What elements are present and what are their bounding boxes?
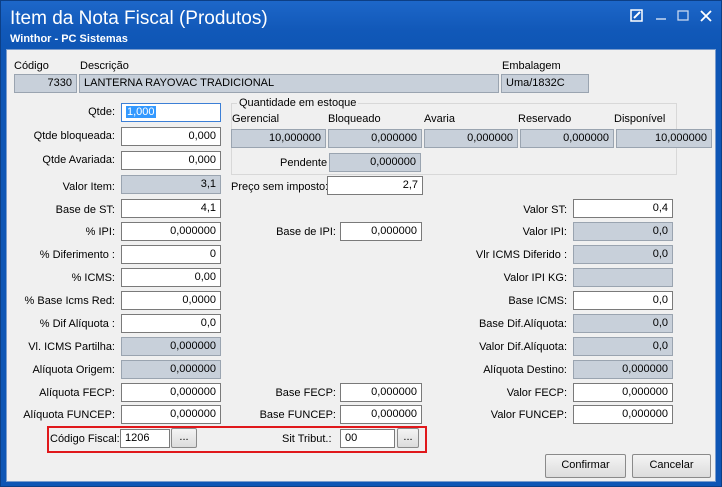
minimize-icon[interactable] (651, 7, 671, 25)
gerencial-label: Gerencial (232, 113, 280, 125)
valor-dif-aliquota-field: 0,0 (573, 337, 673, 356)
base-dif-aliquota-label: Base Dif.Alíquota: (478, 318, 567, 330)
base-icms-label: Base ICMS: (508, 295, 567, 307)
base-ipi-label: Base de IPI: (276, 226, 336, 238)
aliquota-origem-field: 0,000000 (121, 360, 221, 379)
base-funcep-input[interactable]: 0,000000 (340, 405, 422, 424)
sit-tribut-lookup-button[interactable]: ... (397, 428, 419, 448)
qtde-bloqueada-label: Qtde bloqueada: (33, 130, 115, 142)
qtde-avariada-label: Qtde Avariada: (42, 154, 115, 166)
icms-percent-input[interactable]: 0,00 (121, 268, 221, 287)
codigo-fiscal-input[interactable]: 1206 (120, 429, 170, 448)
preco-sem-imposto-input[interactable]: 2,7 (327, 176, 423, 195)
base-ipi-input[interactable]: 0,000000 (340, 222, 422, 241)
icms-diferido-field: 0,0 (573, 245, 673, 264)
valor-dif-aliquota-label: Valor Dif.Alíquota: (479, 341, 567, 353)
codigo-fiscal-lookup-button[interactable]: ... (171, 428, 197, 448)
icms-partilha-field: 0,000000 (121, 337, 221, 356)
valor-fecp-input[interactable]: 0,000000 (573, 383, 673, 402)
aliquota-origem-label: Alíquota Origem: (32, 364, 115, 376)
confirmar-button[interactable]: Confirmar (545, 454, 626, 478)
pendente-field: 0,000000 (329, 153, 421, 172)
base-fecp-label: Base FECP: (275, 387, 336, 399)
descricao-field: LANTERNA RAYOVAC TRADICIONAL (79, 74, 499, 93)
disponivel-field: 10,000000 (616, 129, 712, 148)
codigo-label: Código (14, 60, 49, 72)
valor-st-label: Valor ST: (523, 204, 567, 216)
ipi-percent-label: % IPI: (85, 226, 115, 238)
codigo-field: 7330 (14, 74, 77, 93)
icms-diferido-label: Vlr ICMS Diferido : (475, 249, 567, 261)
avaria-label: Avaria (424, 113, 455, 125)
valor-item-label: Valor Item: (62, 181, 115, 193)
base-fecp-input[interactable]: 0,000000 (340, 383, 422, 402)
aliquota-fecp-label: Alíquota FECP: (39, 387, 115, 399)
reservado-label: Reservado (518, 113, 572, 125)
ipi-kg-field (573, 268, 673, 287)
valor-funcep-label: Valor FUNCEP: (490, 409, 567, 421)
aliquota-destino-label: Alíquota Destino: (483, 364, 567, 376)
app-window: Item da Nota Fiscal (Produtos) Winthor -… (0, 0, 722, 487)
pendente-label: Pendente (280, 157, 328, 169)
aliquota-fecp-input[interactable]: 0,000000 (121, 383, 221, 402)
avaria-field: 0,000000 (424, 129, 518, 148)
embalagem-label: Embalagem (502, 60, 561, 72)
qtde-label: Qtde: (88, 106, 115, 118)
window-title: Item da Nota Fiscal (Produtos) (10, 8, 268, 29)
ipi-kg-label: Valor IPI KG: (503, 272, 567, 284)
codigo-fiscal-label: Código Fiscal: (50, 433, 120, 445)
base-icms-red-input[interactable]: 0,0000 (121, 291, 221, 310)
aliquota-funcep-label: Alíquota FUNCEP: (23, 409, 115, 421)
close-icon[interactable] (696, 7, 716, 25)
valor-item-field: 3,1 (121, 175, 221, 194)
qtde-avariada-input[interactable]: 0,000 (121, 151, 221, 170)
descricao-label: Descrição (80, 60, 129, 72)
bloqueado-label: Bloqueado (328, 113, 381, 125)
base-st-input[interactable]: 4,1 (121, 199, 221, 218)
embalagem-field: Uma/1832C (501, 74, 589, 93)
qtde-value: 1,000 (126, 106, 156, 118)
aliquota-funcep-input[interactable]: 0,000000 (121, 405, 221, 424)
qtde-input[interactable]: 1,000 (121, 103, 221, 122)
base-dif-aliquota-field: 0,0 (573, 314, 673, 333)
gerencial-field: 10,000000 (231, 129, 326, 148)
diferimento-label: % Diferimento : (39, 249, 115, 261)
valor-ipi-label: Valor IPI: (522, 226, 567, 238)
base-funcep-label: Base FUNCEP: (259, 409, 336, 421)
diferimento-input[interactable]: 0 (121, 245, 221, 264)
dif-aliquota-input[interactable]: 0,0 (121, 314, 221, 333)
form-panel: Código 7330 Descrição LANTERNA RAYOVAC T… (6, 49, 716, 482)
aliquota-destino-field: 0,000000 (573, 360, 673, 379)
preco-sem-imposto-label: Preço sem imposto: (231, 181, 329, 193)
window-subtitle: Winthor - PC Sistemas (10, 33, 128, 45)
valor-funcep-input[interactable]: 0,000000 (573, 405, 673, 424)
valor-st-input[interactable]: 0,4 (573, 199, 673, 218)
valor-ipi-field: 0,0 (573, 222, 673, 241)
base-st-label: Base de ST: (55, 204, 115, 216)
icms-percent-label: % ICMS: (71, 272, 115, 284)
icms-partilha-label: Vl. ICMS Partilha: (28, 341, 115, 353)
maximize-icon[interactable] (673, 7, 693, 25)
qtde-bloqueada-input[interactable]: 0,000 (121, 127, 221, 146)
bloqueado-field: 0,000000 (328, 129, 422, 148)
disponivel-label: Disponível (614, 113, 666, 125)
base-icms-input[interactable]: 0,0 (573, 291, 673, 310)
cancelar-button[interactable]: Cancelar (632, 454, 711, 478)
dif-aliquota-label: % Dif Alíquota : (39, 318, 115, 330)
valor-fecp-label: Valor FECP: (506, 387, 567, 399)
edit-window-icon[interactable] (627, 7, 647, 25)
stock-legend: Quantidade em estoque (237, 97, 359, 109)
sit-tribut-label: Sit Tribut.: (282, 433, 332, 445)
reservado-field: 0,000000 (520, 129, 614, 148)
base-icms-red-label: % Base Icms Red: (24, 295, 115, 307)
sit-tribut-input[interactable]: 00 (340, 429, 395, 448)
ipi-percent-input[interactable]: 0,000000 (121, 222, 221, 241)
